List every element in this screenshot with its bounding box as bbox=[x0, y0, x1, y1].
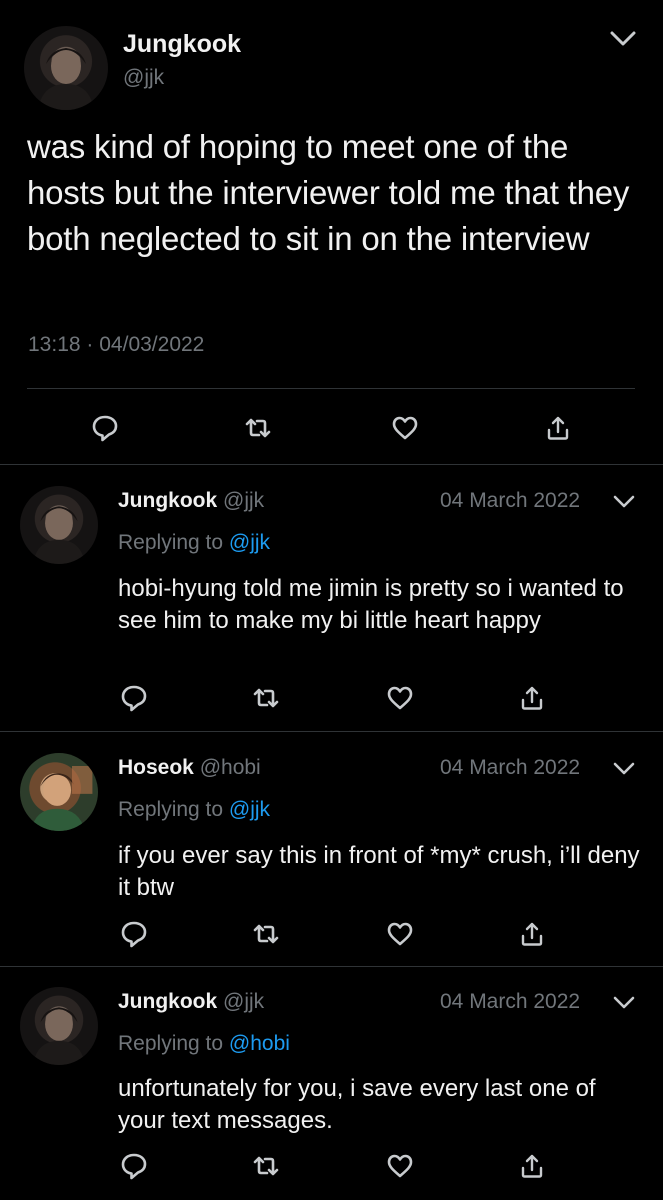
reply-icon bbox=[121, 1153, 147, 1180]
share-icon bbox=[547, 416, 569, 440]
divider bbox=[0, 731, 663, 732]
author-name[interactable]: Jungkook bbox=[118, 990, 217, 1013]
tweet-date[interactable]: 04 March 2022 bbox=[440, 990, 580, 1014]
author-name[interactable]: Jungkook bbox=[118, 489, 217, 512]
retweet-button[interactable] bbox=[246, 678, 286, 718]
author-handle[interactable]: @hobi bbox=[200, 756, 261, 779]
author-line[interactable]: Hoseok @hobi bbox=[118, 756, 261, 780]
heart-icon bbox=[387, 922, 413, 946]
share-icon bbox=[521, 922, 543, 946]
author-handle[interactable]: @jjk bbox=[223, 489, 264, 512]
replying-to: Replying to @jjk bbox=[118, 798, 270, 822]
reply-button[interactable] bbox=[114, 914, 154, 954]
tweet-text: if you ever say this in front of *my* cr… bbox=[118, 842, 640, 901]
reply-button[interactable] bbox=[114, 678, 154, 718]
share-button[interactable] bbox=[512, 914, 552, 954]
share-button[interactable] bbox=[512, 1146, 552, 1186]
author-line[interactable]: Jungkook @jjk bbox=[118, 489, 264, 513]
mention-link[interactable]: @jjk bbox=[229, 798, 270, 821]
replying-prefix: Replying to bbox=[118, 798, 224, 821]
author-avatar[interactable] bbox=[20, 753, 98, 831]
retweet-button[interactable] bbox=[246, 914, 286, 954]
reply-action-bar bbox=[0, 678, 663, 718]
like-button[interactable] bbox=[380, 914, 420, 954]
retweet-icon bbox=[253, 924, 279, 944]
reply-icon bbox=[92, 415, 118, 442]
author-avatar[interactable] bbox=[20, 486, 98, 564]
retweet-icon bbox=[253, 1156, 279, 1176]
main-action-bar bbox=[0, 408, 663, 448]
author-name[interactable]: Hoseok bbox=[118, 756, 194, 779]
author-avatar[interactable] bbox=[24, 26, 108, 110]
retweet-icon bbox=[245, 418, 271, 438]
reply-button[interactable] bbox=[114, 1146, 154, 1186]
tweet-text: was kind of hoping to meet one of the ho… bbox=[27, 128, 630, 257]
reply-action-bar bbox=[0, 1146, 663, 1186]
tweet-date[interactable]: 04 March 2022 bbox=[440, 756, 580, 780]
chevron-down-icon[interactable] bbox=[612, 994, 636, 1012]
like-button[interactable] bbox=[380, 678, 420, 718]
author-name[interactable]: Jungkook bbox=[123, 30, 241, 59]
tweet-text: hobi-hyung told me jimin is pretty so i … bbox=[118, 575, 624, 634]
tweet-time: 13:18 bbox=[28, 333, 81, 356]
tweet-date[interactable]: 04/03/2022 bbox=[99, 333, 204, 356]
author-handle[interactable]: @jjk bbox=[223, 990, 264, 1013]
chevron-down-icon[interactable] bbox=[608, 28, 638, 50]
mention-link[interactable]: @jjk bbox=[229, 531, 270, 554]
reply-action-bar bbox=[0, 914, 663, 954]
replying-prefix: Replying to bbox=[118, 531, 224, 554]
tweet-text: unfortunately for you, i save every last… bbox=[118, 1075, 596, 1134]
heart-icon bbox=[387, 686, 413, 710]
heart-icon bbox=[387, 1154, 413, 1178]
share-icon bbox=[521, 686, 543, 710]
retweet-button[interactable] bbox=[246, 1146, 286, 1186]
tweet-timestamp: 13:18 · 04/03/2022 bbox=[28, 333, 204, 357]
mention-link[interactable]: @hobi bbox=[229, 1032, 290, 1055]
tweet-date[interactable]: 04 March 2022 bbox=[440, 489, 580, 513]
heart-icon bbox=[392, 416, 418, 440]
reply-icon bbox=[121, 685, 147, 712]
divider bbox=[27, 388, 635, 389]
author-line[interactable]: Jungkook @jjk bbox=[118, 990, 264, 1014]
chevron-down-icon[interactable] bbox=[612, 760, 636, 778]
author-avatar[interactable] bbox=[20, 987, 98, 1065]
author-handle[interactable]: @jjk bbox=[123, 66, 164, 90]
retweet-icon bbox=[253, 688, 279, 708]
divider bbox=[0, 464, 663, 465]
like-button[interactable] bbox=[385, 408, 425, 448]
replying-prefix: Replying to bbox=[118, 1032, 224, 1055]
divider bbox=[0, 966, 663, 967]
share-button[interactable] bbox=[512, 678, 552, 718]
meta-separator: · bbox=[86, 333, 94, 356]
like-button[interactable] bbox=[380, 1146, 420, 1186]
chevron-down-icon[interactable] bbox=[612, 493, 636, 511]
share-icon bbox=[521, 1154, 543, 1178]
replying-to: Replying to @jjk bbox=[118, 531, 270, 555]
reply-icon bbox=[121, 921, 147, 948]
retweet-button[interactable] bbox=[238, 408, 278, 448]
reply-button[interactable] bbox=[85, 408, 125, 448]
replying-to: Replying to @hobi bbox=[118, 1032, 290, 1056]
share-button[interactable] bbox=[538, 408, 578, 448]
